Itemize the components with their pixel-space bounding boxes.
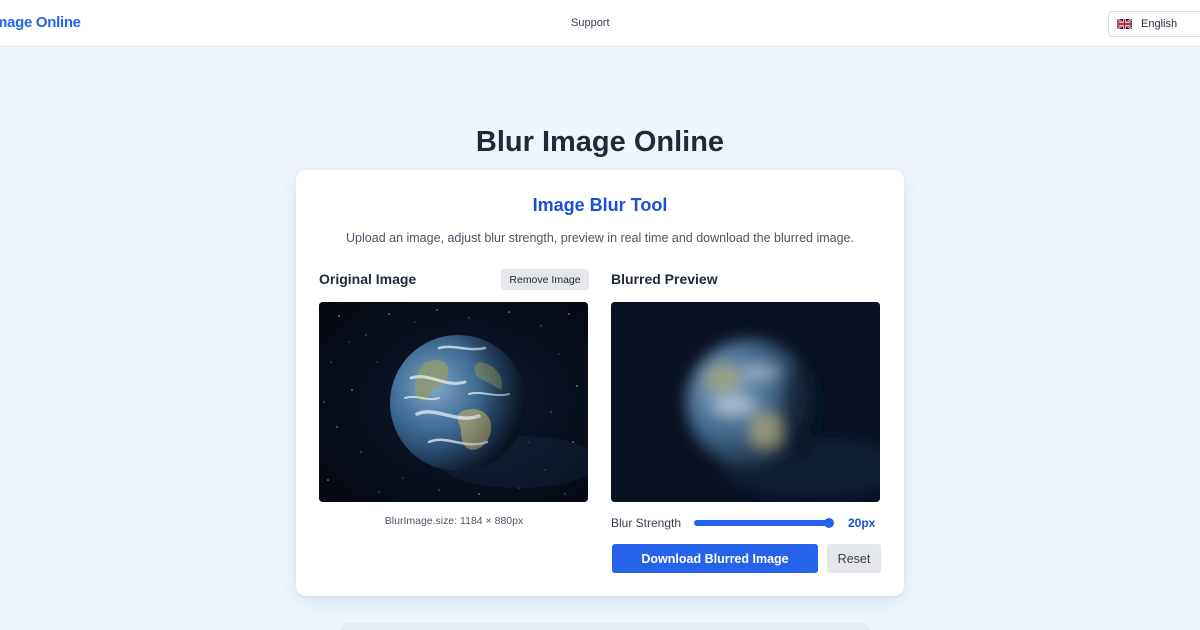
blur-strength-slider[interactable] xyxy=(694,518,834,528)
download-blurred-image-button[interactable]: Download Blurred Image xyxy=(612,544,818,573)
site-logo[interactable]: mage Online xyxy=(0,14,81,31)
blur-tool-card: Image Blur Tool Upload an image, adjust … xyxy=(296,170,904,596)
blur-strength-value: 20px xyxy=(848,516,876,530)
reset-button[interactable]: Reset xyxy=(827,544,881,573)
blurred-preview-label: Blurred Preview xyxy=(611,271,718,287)
slider-fill xyxy=(694,520,829,526)
tool-description: Upload an image, adjust blur strength, p… xyxy=(346,231,854,245)
blur-strength-label: Blur Strength xyxy=(611,516,682,530)
language-label: English xyxy=(1141,18,1178,30)
remove-image-button[interactable]: Remove Image xyxy=(501,269,589,290)
uk-flag-icon xyxy=(1117,19,1132,29)
page-title: Blur Image Online xyxy=(475,126,725,158)
original-image xyxy=(319,302,588,502)
nav-support-link[interactable]: Support xyxy=(571,17,610,29)
blurred-preview-image xyxy=(611,302,880,502)
original-image-label: Original Image xyxy=(319,271,417,287)
language-selector[interactable]: English xyxy=(1108,11,1200,37)
tool-title: Image Blur Tool xyxy=(532,195,668,215)
top-nav: mage Online Support English xyxy=(0,0,1200,47)
slider-thumb[interactable] xyxy=(823,518,834,528)
image-size-note: BlurImage.size: 1184 × 880px xyxy=(384,515,524,527)
next-section-edge xyxy=(340,622,870,630)
